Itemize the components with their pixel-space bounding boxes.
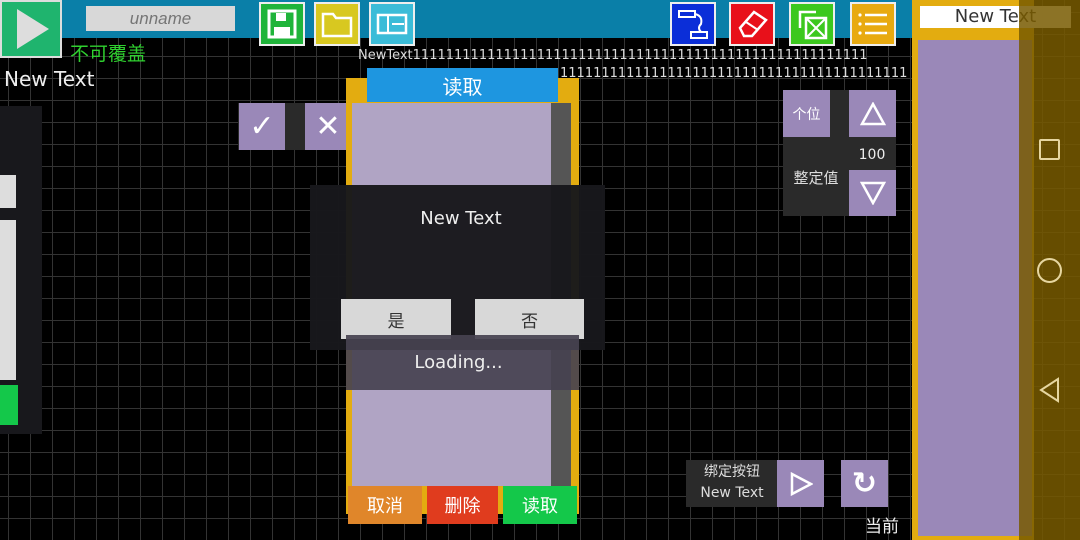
bind-label: 绑定按钮 (704, 464, 760, 480)
left-green-button[interactable] (0, 385, 18, 425)
play-icon (17, 9, 49, 49)
bind-play-button[interactable] (777, 460, 824, 507)
play-outline-icon (790, 471, 813, 496)
dialog-yes-button[interactable]: 是 (341, 299, 451, 339)
save-button[interactable] (259, 2, 305, 46)
panel-read-button[interactable]: 读取 (503, 486, 577, 524)
loading-text: Loading... (414, 352, 503, 373)
check-icon: ✓ (249, 109, 275, 144)
text-line-2: 1111111111111111111111111111111111111111… (560, 66, 908, 81)
right-panel-list[interactable] (918, 40, 1032, 536)
menu-button[interactable] (850, 2, 896, 46)
connection-icon (678, 10, 708, 39)
panel-delete-button[interactable]: 删除 (427, 486, 498, 524)
home-icon[interactable] (1037, 258, 1062, 283)
folder-icon (321, 12, 353, 38)
unit-button[interactable]: 个位 (783, 90, 830, 137)
close-icon: ✕ (315, 109, 341, 144)
left-field-1[interactable] (0, 175, 16, 208)
panel-cancel-button[interactable]: 取消 (348, 486, 422, 524)
refresh-icon: ↻ (851, 466, 878, 501)
stepper-value: 100 (858, 147, 886, 163)
eraser-icon (738, 10, 768, 38)
cancel-x-button[interactable]: ✕ (305, 103, 351, 150)
current-label: 当前 (865, 517, 899, 537)
open-folder-button[interactable] (314, 2, 360, 46)
confirm-button[interactable]: ✓ (239, 103, 285, 150)
increment-button[interactable] (849, 90, 896, 137)
layout-icon (376, 13, 408, 35)
triangle-up-icon (859, 101, 886, 125)
dialog-message: New Text (420, 208, 502, 229)
bind-value: New Text (700, 485, 764, 501)
triangle-down-icon (859, 181, 886, 205)
floppy-icon (267, 9, 297, 39)
overwrite-status: 不可覆盖 (70, 43, 147, 65)
box-x-icon (798, 10, 828, 40)
dialog-no-button[interactable]: 否 (475, 299, 584, 339)
read-panel-title: 读取 (367, 68, 558, 102)
decrement-button[interactable] (849, 170, 896, 216)
name-input[interactable] (86, 6, 235, 31)
eraser-button[interactable] (729, 2, 775, 46)
back-icon[interactable] (1038, 377, 1062, 403)
play-button[interactable] (0, 0, 62, 58)
layout-button[interactable] (369, 2, 415, 46)
stepper-label: 整定值 (793, 169, 839, 187)
left-field-2[interactable] (0, 220, 16, 380)
left-label: New Text (4, 67, 95, 91)
refresh-button[interactable]: ↻ (841, 460, 888, 507)
connect-button[interactable] (670, 2, 716, 46)
text-line-1: NewText111111111111111111111111111111111… (358, 48, 868, 63)
recents-icon[interactable] (1039, 139, 1060, 160)
delete-element-button[interactable] (789, 2, 835, 46)
list-icon (858, 13, 887, 35)
